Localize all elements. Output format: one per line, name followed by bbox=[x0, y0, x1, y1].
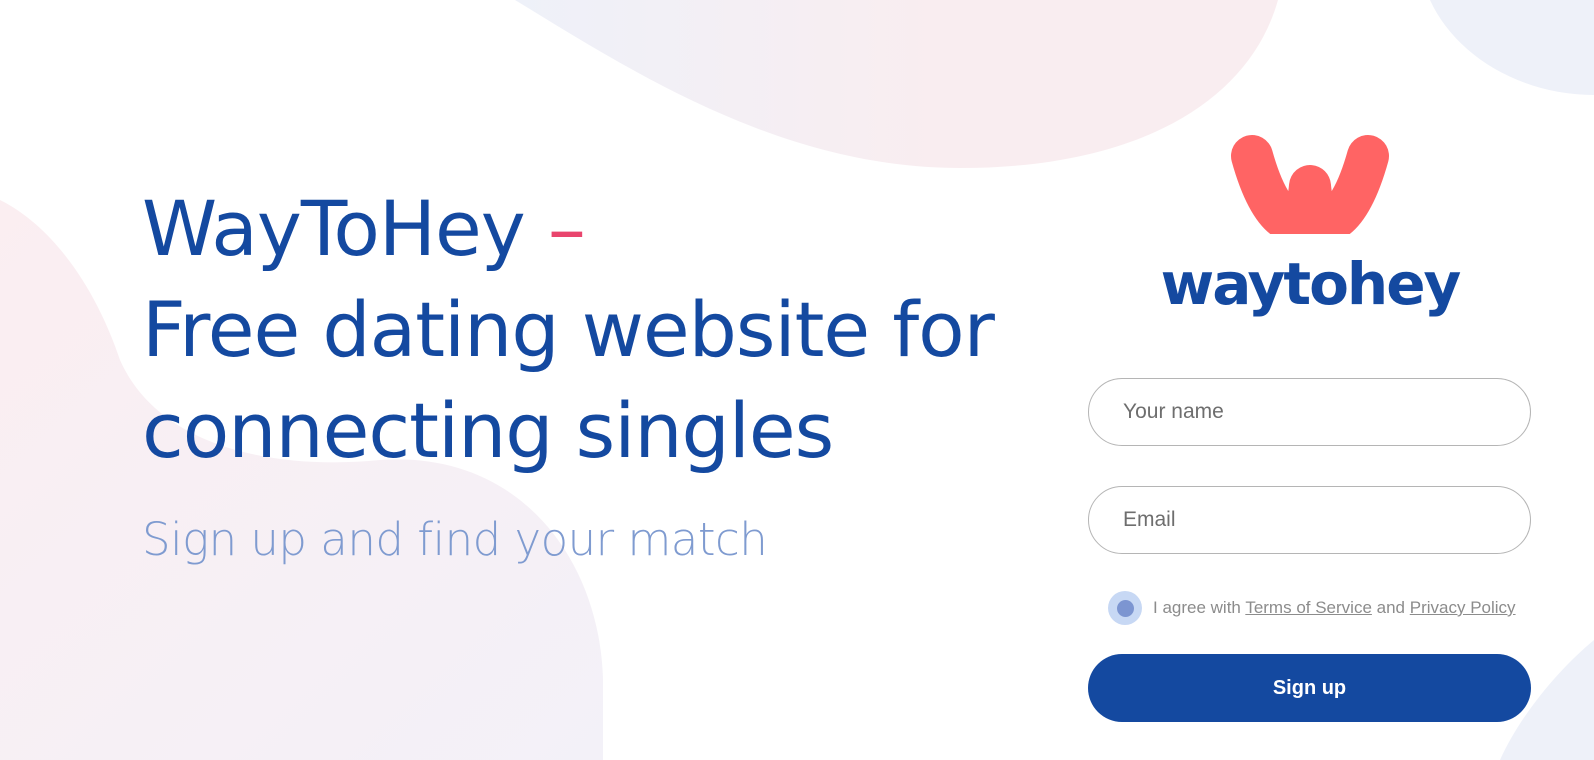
hero-title-line3: connecting singles bbox=[142, 386, 834, 475]
hero-title: WayToHey – Free dating website for connect… bbox=[142, 178, 1042, 481]
signup-button[interactable]: Sign up bbox=[1088, 654, 1531, 722]
agree-and: and bbox=[1376, 598, 1406, 617]
privacy-policy-link[interactable]: Privacy Policy bbox=[1410, 598, 1516, 617]
agree-text: I agree with Terms of Service and Privac… bbox=[1153, 598, 1516, 618]
agree-radio-dot bbox=[1116, 599, 1134, 617]
agree-radio[interactable] bbox=[1108, 591, 1142, 625]
terms-of-service-link[interactable]: Terms of Service bbox=[1245, 598, 1372, 617]
name-input[interactable] bbox=[1088, 378, 1531, 446]
brand-wordmark: waytohey bbox=[1160, 250, 1462, 318]
agree-prefix: I agree with bbox=[1153, 598, 1241, 617]
email-input[interactable] bbox=[1088, 486, 1531, 554]
hero-subtitle: Sign up and find your match bbox=[142, 513, 768, 566]
hero-title-line2: Free dating website for bbox=[142, 285, 995, 374]
terms-agreement: I agree with Terms of Service and Privac… bbox=[1108, 590, 1516, 626]
w-logo-icon bbox=[1231, 135, 1389, 234]
hero-title-brand: WayToHey bbox=[142, 184, 526, 273]
hero-title-dash: – bbox=[547, 184, 586, 273]
